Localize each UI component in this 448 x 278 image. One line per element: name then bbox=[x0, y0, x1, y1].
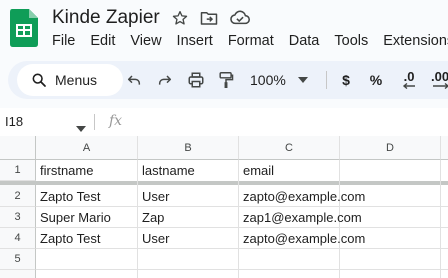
menu-view[interactable]: View bbox=[130, 32, 168, 52]
paint-format-icon[interactable] bbox=[217, 70, 235, 90]
decrease-decimal-button[interactable]: .0 bbox=[398, 70, 420, 90]
menus-search-label: Menus bbox=[55, 72, 98, 88]
toolbar: Menus 100% $ % .0 .00 bbox=[8, 61, 448, 99]
cell-c3[interactable]: zap1@example.com bbox=[239, 210, 362, 225]
arrow-right-icon bbox=[433, 83, 448, 89]
sheets-logo[interactable] bbox=[10, 9, 38, 47]
caret-down-icon bbox=[297, 77, 308, 83]
column-header-d[interactable]: D bbox=[340, 136, 441, 160]
fx-icon: fx bbox=[109, 113, 123, 129]
currency-format-button[interactable]: $ bbox=[339, 70, 353, 90]
row-header-2[interactable]: 2 bbox=[0, 185, 36, 207]
name-box[interactable]: I18 bbox=[5, 114, 23, 129]
cell-b2[interactable]: User bbox=[138, 189, 239, 204]
percent-format-button[interactable]: % bbox=[367, 70, 385, 90]
formula-bar: I18 fx bbox=[0, 108, 448, 136]
toolbar-divider bbox=[326, 71, 327, 89]
formula-bar-divider bbox=[94, 114, 95, 130]
redo-icon[interactable] bbox=[156, 70, 174, 90]
row-header-6[interactable] bbox=[0, 270, 36, 278]
gridline bbox=[36, 269, 448, 270]
search-icon bbox=[31, 72, 47, 88]
row-header-3[interactable]: 3 bbox=[0, 207, 36, 228]
cell-c2[interactable]: zapto@example.com bbox=[239, 189, 365, 204]
row-header-4[interactable]: 4 bbox=[0, 228, 36, 249]
undo-icon[interactable] bbox=[125, 70, 143, 90]
gridline bbox=[36, 227, 448, 228]
zoom-select[interactable]: 100% bbox=[250, 70, 310, 90]
column-header-e[interactable] bbox=[441, 136, 448, 160]
cloud-saved-icon[interactable] bbox=[230, 10, 250, 26]
decrease-decimal-label: .0 bbox=[403, 69, 415, 84]
star-icon[interactable] bbox=[172, 10, 188, 26]
increase-decimal-button[interactable]: .00 bbox=[431, 70, 448, 90]
select-all-corner[interactable] bbox=[0, 136, 36, 160]
move-to-folder-icon[interactable] bbox=[200, 10, 218, 26]
column-header-c[interactable]: C bbox=[239, 136, 340, 160]
spreadsheet-grid[interactable]: A B C D 1 2 3 4 5 firstname lastname ema… bbox=[0, 136, 448, 278]
row-header-5[interactable]: 5 bbox=[0, 249, 36, 270]
cell-b3[interactable]: Zap bbox=[138, 210, 239, 225]
column-header-b[interactable]: B bbox=[138, 136, 239, 160]
gridline bbox=[440, 160, 441, 278]
print-icon[interactable] bbox=[186, 70, 206, 90]
arrow-left-icon bbox=[402, 83, 415, 89]
menu-bar: File Edit View Insert Format Data Tools … bbox=[52, 32, 448, 52]
frozen-row-divider[interactable] bbox=[0, 181, 448, 185]
menu-data[interactable]: Data bbox=[289, 32, 327, 52]
document-title[interactable]: Kinde Zapier bbox=[52, 5, 160, 31]
cell-a1[interactable]: firstname bbox=[36, 163, 138, 178]
cell-a3[interactable]: Super Mario bbox=[36, 210, 138, 225]
cell-c4[interactable]: zapto@example.com bbox=[239, 231, 365, 246]
menu-edit[interactable]: Edit bbox=[90, 32, 122, 52]
cell-a2[interactable]: Zapto Test bbox=[36, 189, 138, 204]
menus-search-button[interactable]: Menus bbox=[17, 64, 123, 96]
menu-extensions[interactable]: Extensions bbox=[383, 32, 448, 52]
cell-b1[interactable]: lastname bbox=[138, 163, 239, 178]
menu-insert[interactable]: Insert bbox=[177, 32, 220, 52]
row-header-1[interactable]: 1 bbox=[0, 160, 36, 181]
increase-decimal-label: .00 bbox=[431, 69, 448, 84]
cell-c1[interactable]: email bbox=[239, 163, 340, 178]
name-box-caret-icon[interactable] bbox=[76, 119, 86, 137]
menu-file[interactable]: File bbox=[52, 32, 82, 52]
column-header-a[interactable]: A bbox=[36, 136, 138, 160]
cell-a4[interactable]: Zapto Test bbox=[36, 231, 138, 246]
cell-b4[interactable]: User bbox=[138, 231, 239, 246]
menu-tools[interactable]: Tools bbox=[334, 32, 375, 52]
gridline bbox=[36, 206, 448, 207]
gridline bbox=[36, 248, 448, 249]
formula-input[interactable] bbox=[135, 114, 435, 130]
zoom-value: 100% bbox=[250, 72, 286, 88]
menu-format[interactable]: Format bbox=[228, 32, 281, 52]
